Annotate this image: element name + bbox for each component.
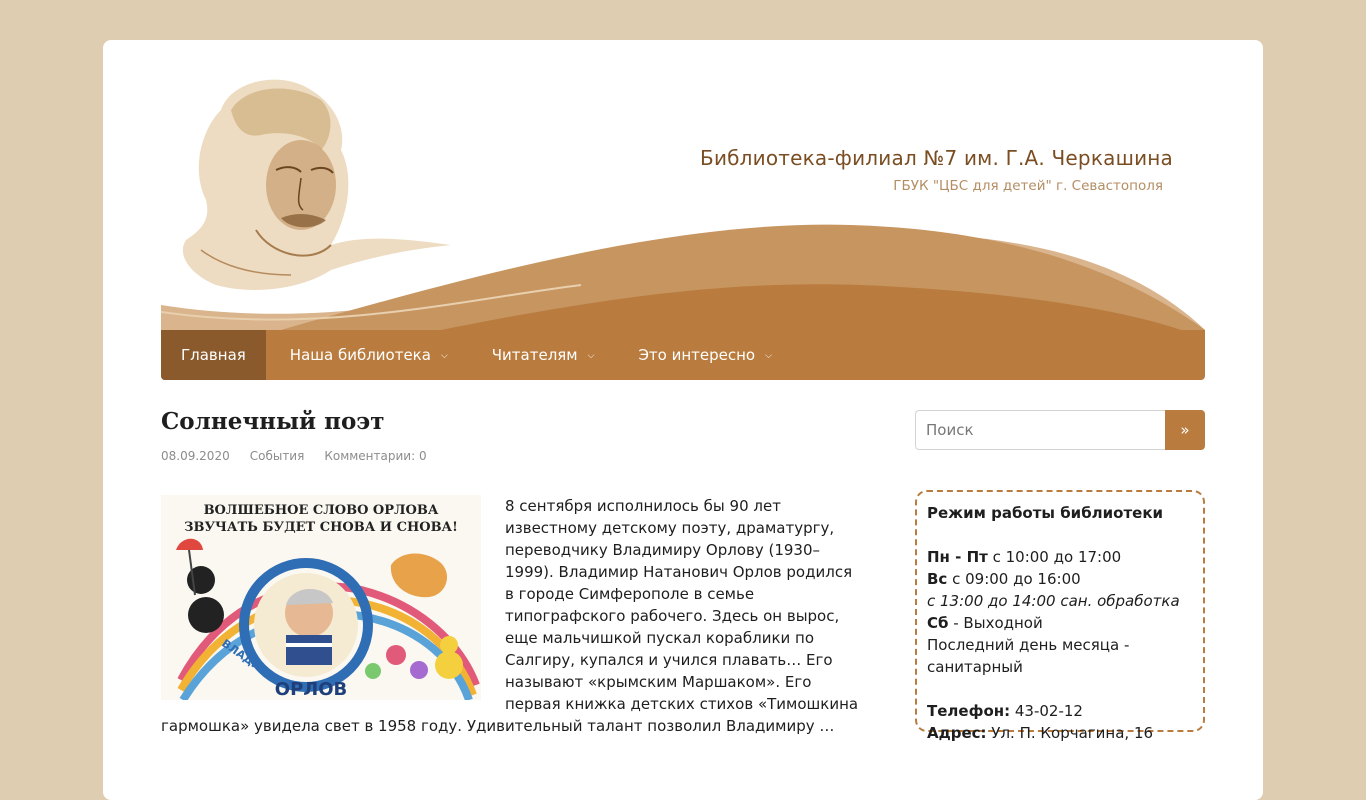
chevron-double-down-icon: ⌵ bbox=[587, 351, 595, 361]
nav-item-label: Главная bbox=[181, 346, 246, 364]
nav-item-readers[interactable]: Читателям ⌵ bbox=[472, 330, 615, 380]
poster-caption-top: ВОЛШЕБНОЕ СЛОВО ОРЛОВА bbox=[204, 503, 439, 518]
main-navigation: Главная Наша библиотека ⌵ Читателям ⌵ Эт… bbox=[161, 330, 1205, 380]
saturday-value: - Выходной bbox=[948, 614, 1043, 632]
orlov-poster-image: ВОЛШЕБНОЕ СЛОВО ОРЛОВА ЗВУЧАТЬ БУДЕТ СНО… bbox=[161, 495, 481, 700]
sunday-label: Вс bbox=[927, 570, 948, 588]
post-thumbnail[interactable]: ВОЛШЕБНОЕ СЛОВО ОРЛОВА ЗВУЧАТЬ БУДЕТ СНО… bbox=[161, 495, 481, 700]
post-comments[interactable]: Комментарии: 0 bbox=[324, 449, 426, 463]
nav-item-label: Наша библиотека bbox=[289, 346, 431, 364]
opening-hours-widget: Режим работы библиотеки Пн - Пт с 10:00 … bbox=[915, 490, 1205, 742]
poster-caption-bottom: ЗВУЧАТЬ БУДЕТ СНОВА И СНОВА! bbox=[184, 520, 458, 535]
search-button[interactable]: » bbox=[1165, 410, 1205, 450]
post-date[interactable]: 08.09.2020 bbox=[161, 449, 230, 463]
last-day-note: Последний день месяца - санитарный bbox=[927, 636, 1130, 676]
chevron-double-down-icon: ⌵ bbox=[440, 351, 448, 361]
hours-title: Режим работы библиотеки bbox=[927, 504, 1164, 522]
site-header: Библиотека-филиал №7 им. Г.А. Черкашина … bbox=[161, 40, 1205, 330]
site-description: ГБУК "ЦБС для детей" г. Севастополя bbox=[893, 178, 1163, 194]
post-article: Солнечный поэт 08.09.2020 События Коммен… bbox=[161, 408, 861, 737]
portrait-illustration bbox=[182, 79, 452, 290]
phone-label: Телефон: bbox=[927, 702, 1011, 720]
nav-item-label: Это интересно bbox=[638, 346, 756, 364]
post-body: ВОЛШЕБНОЕ СЛОВО ОРЛОВА ЗВУЧАТЬ БУДЕТ СНО… bbox=[161, 495, 861, 737]
address-value: Ул. П. Корчагина, 16 bbox=[986, 724, 1154, 742]
chevron-double-down-icon: ⌵ bbox=[765, 351, 772, 361]
phone-value: 43-02-12 bbox=[1010, 702, 1083, 720]
address-label: Адрес: bbox=[927, 724, 987, 742]
weekdays-value: с 10:00 до 17:00 bbox=[987, 548, 1122, 566]
search-form: » bbox=[915, 410, 1205, 450]
search-input[interactable] bbox=[915, 410, 1165, 450]
weekdays-label: Пн - Пт bbox=[927, 548, 988, 566]
post-category[interactable]: События bbox=[250, 449, 305, 463]
nav-item-home[interactable]: Главная bbox=[161, 330, 266, 380]
sunday-value: с 09:00 до 16:00 bbox=[947, 570, 1081, 588]
nav-item-our-library[interactable]: Наша библиотека ⌵ bbox=[270, 330, 468, 380]
page-container: Библиотека-филиал №7 им. Г.А. Черкашина … bbox=[103, 40, 1263, 800]
nav-item-interesting[interactable]: Это интересно ⌵ bbox=[618, 330, 792, 380]
sidebar: » Режим работы библиотеки Пн - Пт с 10:0… bbox=[915, 410, 1205, 742]
post-title[interactable]: Солнечный поэт bbox=[161, 408, 861, 435]
nav-item-label: Читателям bbox=[491, 346, 578, 364]
post-meta: 08.09.2020 События Комментарии: 0 bbox=[161, 449, 861, 463]
site-title[interactable]: Библиотека-филиал №7 им. Г.А. Черкашина bbox=[700, 146, 1173, 170]
break-note: с 13:00 до 14:00 сан. обработка bbox=[927, 592, 1180, 610]
saturday-label: Сб bbox=[927, 614, 949, 632]
poster-name-text: ОРЛОВ bbox=[275, 679, 347, 700]
